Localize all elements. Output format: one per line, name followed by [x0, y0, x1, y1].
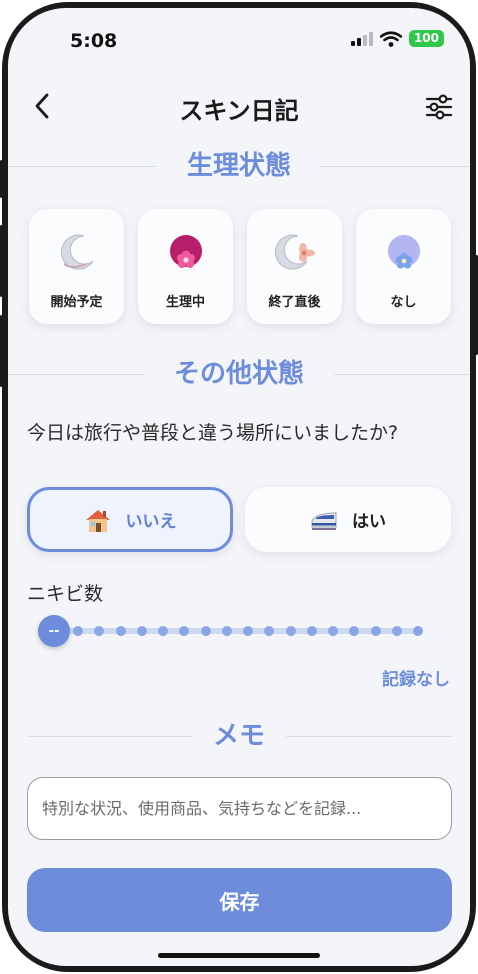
slider-step-dot	[73, 626, 83, 636]
period-option-none[interactable]: なし	[356, 209, 451, 324]
signal-icon	[350, 31, 373, 46]
period-option-during[interactable]: 生理中	[138, 209, 233, 324]
slider-step-dot	[370, 626, 381, 636]
period-option-just-ended[interactable]: 終了直後	[247, 209, 342, 324]
slider-step-dot	[264, 626, 275, 636]
memo-input[interactable]	[27, 777, 452, 840]
train-icon	[311, 511, 337, 530]
flower-ball-icon	[170, 235, 202, 268]
slider-step-dot	[413, 626, 423, 636]
app-screen: 5:08 100 スキン日記 生理状態 開始予定 生理中 終了直後 なし その他…	[8, 8, 470, 966]
acne-count-label: ニキビ数	[27, 583, 104, 605]
side-button-action	[0, 160, 3, 198]
choice-yes-label: はい	[352, 512, 386, 532]
slider-step-dot	[158, 626, 168, 636]
slider-step-dot	[285, 626, 296, 636]
section-title-period: 生理状態	[186, 151, 291, 181]
period-option-label: 開始予定	[50, 295, 103, 310]
section-title-other: その他状態	[173, 359, 304, 389]
period-option-label: なし	[390, 295, 417, 310]
no-record-link[interactable]: 記録なし	[382, 665, 450, 690]
status-time: 5:08	[70, 30, 118, 52]
period-option-label: 終了直後	[268, 295, 321, 310]
slider-step-dot	[200, 626, 211, 636]
house-icon	[85, 509, 110, 532]
save-button[interactable]: 保存	[27, 868, 452, 932]
slider-step-dot	[328, 626, 338, 636]
slider-step-dot	[349, 626, 360, 636]
choice-no-button[interactable]: いいえ	[27, 487, 233, 552]
sliders-icon[interactable]	[424, 92, 454, 122]
period-option-scheduled[interactable]: 開始予定	[29, 209, 124, 324]
slider-thumb[interactable]: --	[38, 615, 70, 647]
slider-step-dot	[221, 626, 232, 636]
wifi-icon	[379, 30, 402, 47]
section-header-other: その他状態	[8, 354, 470, 394]
travel-question: 今日は旅行や普段と違う場所にいましたか?	[27, 422, 399, 444]
slider-step-dot	[115, 626, 126, 636]
choice-no-label: いいえ	[125, 512, 177, 532]
home-indicator	[158, 953, 320, 958]
section-header-period: 生理状態	[8, 146, 470, 186]
section-title-memo: メモ	[212, 721, 265, 751]
slider-step-dot	[243, 626, 253, 636]
acne-count-slider[interactable]: --	[38, 615, 423, 647]
side-button-volume-up	[0, 225, 3, 297]
blue-flower-ball-icon	[388, 235, 420, 269]
period-option-label: 生理中	[165, 295, 205, 310]
status-indicators: 100	[350, 30, 444, 47]
slider-step-dot	[179, 626, 190, 636]
side-button-volume-down	[0, 315, 3, 387]
crescent-moon-icon	[61, 234, 94, 270]
slider-step-dot	[94, 626, 105, 636]
choice-yes-button[interactable]: はい	[245, 487, 451, 552]
slider-track	[48, 628, 423, 634]
slider-step-dot	[306, 626, 317, 636]
moon-flower-icon	[275, 234, 315, 270]
page-title: スキン日記	[179, 97, 299, 125]
section-header-memo: メモ	[8, 716, 470, 756]
slider-step-dot	[391, 626, 402, 636]
slider-step-dot	[136, 626, 147, 636]
battery-badge: 100	[408, 30, 444, 47]
